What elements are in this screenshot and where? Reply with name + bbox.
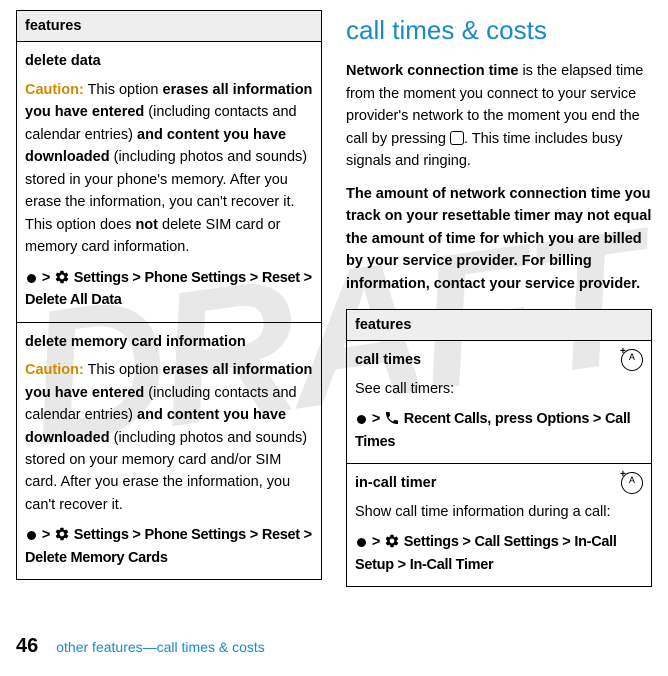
p: Reset: [262, 527, 300, 543]
cell-title: delete memory card information: [25, 331, 313, 353]
features-table-left: features delete data Caution: This optio…: [16, 10, 322, 580]
p: Settings: [404, 534, 459, 550]
caution-label: Caution:: [25, 82, 84, 98]
nav-path: > Settings > Call Settings > In-Call Set…: [355, 531, 643, 576]
cell-body: Caution: This option erases all informat…: [25, 79, 313, 259]
gt: >: [459, 534, 475, 550]
paragraph-2: The amount of network connection time yo…: [346, 183, 652, 295]
gt: >: [368, 411, 384, 427]
p: Phone Settings: [145, 270, 246, 286]
table-header: features: [17, 11, 321, 42]
left-column: features delete data Caution: This optio…: [16, 10, 322, 587]
caution-label: Caution:: [25, 362, 84, 378]
feature-call-times: call times See call timers: > Recent Cal…: [347, 341, 651, 464]
p: Options: [536, 411, 589, 427]
right-column: call times & costs Network connection ti…: [346, 10, 652, 587]
settings-icon: [384, 533, 400, 549]
cell-title: call times: [355, 349, 643, 371]
center-key-icon: [27, 531, 36, 540]
section-heading: call times & costs: [346, 10, 652, 50]
feature-delete-memory-card: delete memory card information Caution: …: [17, 323, 321, 580]
recent-calls-icon: [384, 410, 400, 426]
t: , press: [487, 411, 536, 427]
page-number: 46: [16, 631, 38, 662]
p: Reset: [262, 270, 300, 286]
settings-icon: [54, 526, 70, 542]
bold-term: Network connection time: [346, 63, 518, 79]
settings-icon: [54, 269, 70, 285]
gt: >: [129, 270, 145, 286]
t: This option: [84, 362, 163, 378]
center-key-icon: [357, 538, 366, 547]
center-key-icon: [27, 274, 36, 283]
p: Delete Memory Cards: [25, 550, 168, 566]
gt: >: [558, 534, 574, 550]
gt: >: [38, 270, 54, 286]
t: This option: [84, 82, 163, 98]
p: Settings: [74, 527, 129, 543]
gt: >: [300, 270, 312, 286]
page-columns: features delete data Caution: This optio…: [0, 0, 668, 587]
gt: >: [394, 557, 410, 573]
nav-path: > Settings > Phone Settings > Reset > De…: [25, 267, 313, 312]
b: not: [135, 217, 158, 233]
cell-title: in-call timer: [355, 472, 643, 494]
p: In-Call Timer: [410, 557, 494, 573]
gt: >: [129, 527, 145, 543]
page-footer: 46 other features—call times & costs: [16, 631, 265, 662]
cell-title: delete data: [25, 50, 313, 72]
gt: >: [368, 534, 384, 550]
end-key-icon: [450, 131, 464, 145]
bold-paragraph: The amount of network connection time yo…: [346, 186, 651, 292]
nav-path: > Settings > Phone Settings > Reset > De…: [25, 524, 313, 569]
p: Recent Calls: [404, 411, 487, 427]
feature-in-call-timer: in-call timer Show call time information…: [347, 464, 651, 586]
p: Delete All Data: [25, 292, 122, 308]
table-header: features: [347, 310, 651, 341]
p: Settings: [74, 270, 129, 286]
gt: >: [246, 270, 262, 286]
cell-body: See call timers:: [355, 378, 643, 400]
gt: >: [246, 527, 262, 543]
cell-body: Caution: This option erases all informat…: [25, 359, 313, 516]
cell-body: Show call time information during a call…: [355, 501, 643, 523]
footer-breadcrumb: other features—call times & costs: [56, 637, 265, 659]
center-key-icon: [357, 415, 366, 424]
gt: >: [300, 527, 312, 543]
paragraph-1: Network connection time is the elapsed t…: [346, 60, 652, 172]
feature-delete-data: delete data Caution: This option erases …: [17, 42, 321, 322]
p: Phone Settings: [145, 527, 246, 543]
features-table-right: features call times See call timers: > R…: [346, 309, 652, 587]
gt: >: [38, 527, 54, 543]
nav-path: > Recent Calls, press Options > Call Tim…: [355, 408, 643, 453]
p: Call Settings: [475, 534, 559, 550]
gt: >: [589, 411, 605, 427]
